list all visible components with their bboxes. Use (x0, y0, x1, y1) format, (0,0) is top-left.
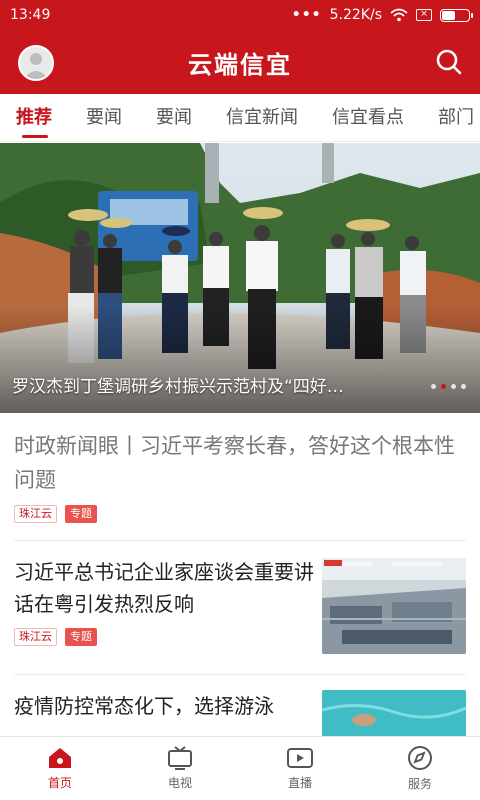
tab-departments[interactable]: 部门 (422, 94, 480, 141)
nav-tv[interactable]: 电视 (120, 737, 240, 800)
divider (14, 540, 466, 541)
article-item[interactable]: 疫情防控常态化下，选择游泳 (0, 690, 480, 736)
hero-banner[interactable]: 罗汉杰到丁堡调研乡村振兴示范村及“四好… (0, 143, 480, 413)
article-title: 习近平总书记企业家座谈会重要讲话在粤引发热烈反响 (14, 560, 314, 616)
wifi-icon (390, 8, 408, 22)
status-bar: 13:49 ••• 5.22K/s × (0, 0, 480, 30)
nav-home-label: 首页 (47, 776, 72, 790)
carousel-dot-active (441, 384, 446, 389)
hero-caption: 罗汉杰到丁堡调研乡村振兴示范村及“四好… (12, 377, 344, 397)
tab-xinyi-highlights[interactable]: 信宜看点 (316, 94, 422, 141)
category-tabs: 推荐 要闻 要闻 信宜新闻 信宜看点 部门 (0, 94, 480, 142)
divider (14, 674, 466, 675)
carousel-indicator (431, 384, 466, 389)
compass-icon (407, 745, 433, 771)
carousel-dot (451, 384, 456, 389)
avatar-icon[interactable] (18, 45, 54, 81)
status-indicators: ••• 5.22K/s × (291, 7, 473, 23)
carousel-dot (431, 384, 436, 389)
tab-headlines[interactable]: 要闻 (70, 94, 140, 141)
battery-icon (440, 8, 473, 22)
app-header: 云端信宜 (0, 30, 480, 94)
article-item[interactable]: 时政新闻眼丨习近平考察长春，答好这个根本性问题 珠江云 专题 (0, 413, 480, 540)
bottom-navigation: 首页 电视 直播 服务 (0, 736, 480, 800)
article-title: 疫情防控常态化下，选择游泳 (14, 694, 274, 718)
nav-live[interactable]: 直播 (240, 737, 360, 800)
nav-live-label: 直播 (287, 776, 312, 790)
sim-icon: × (416, 9, 432, 21)
article-item[interactable]: 习近平总书记企业家座谈会重要讲话在粤引发热烈反响 珠江云 专题 (0, 556, 480, 674)
article-tags: 珠江云 专题 (14, 505, 466, 523)
source-badge: 珠江云 (14, 628, 57, 646)
tab-xinyi-news[interactable]: 信宜新闻 (210, 94, 316, 141)
nav-home[interactable]: 首页 (0, 737, 120, 800)
tv-icon (167, 746, 193, 770)
nav-services[interactable]: 服务 (360, 737, 480, 800)
topic-badge: 专题 (65, 505, 97, 523)
article-title: 时政新闻眼丨习近平考察长春，答好这个根本性问题 (14, 434, 455, 492)
home-icon (47, 746, 73, 770)
app-title: 云端信宜 (188, 50, 292, 79)
notification-dots: ••• (291, 7, 322, 23)
tab-recommend[interactable]: 推荐 (0, 94, 70, 141)
source-badge: 珠江云 (14, 505, 57, 523)
carousel-dot (461, 384, 466, 389)
nav-services-label: 服务 (407, 777, 432, 791)
search-icon[interactable] (434, 47, 464, 77)
nav-tv-label: 电视 (167, 776, 192, 790)
battery-level (442, 10, 455, 20)
topic-badge: 专题 (65, 628, 97, 646)
article-thumbnail (322, 690, 466, 736)
live-icon (286, 746, 314, 770)
app-screen: 13:49 ••• 5.22K/s × 云端信宜 推荐 要闻 要闻 信宜新闻 信… (0, 0, 480, 800)
article-thumbnail (322, 558, 466, 654)
tab-headlines-2[interactable]: 要闻 (140, 94, 210, 141)
status-time: 13:49 (10, 7, 51, 23)
network-speed: 5.22K/s (329, 7, 382, 23)
